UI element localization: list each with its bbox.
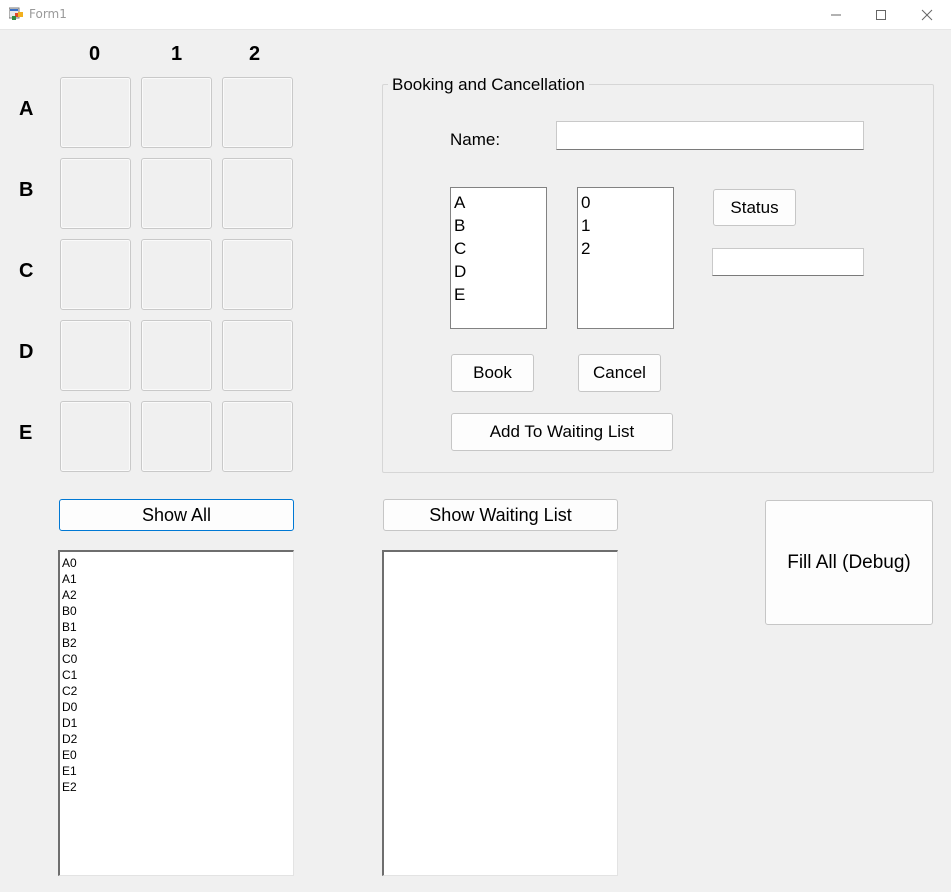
close-icon[interactable]: [904, 0, 950, 29]
seat-option-2[interactable]: 2: [578, 237, 673, 260]
row-option-c[interactable]: C: [451, 237, 546, 260]
list-item[interactable]: B1: [60, 619, 293, 635]
row-option-b[interactable]: B: [451, 214, 546, 237]
list-item[interactable]: D0: [60, 699, 293, 715]
list-item[interactable]: C2: [60, 683, 293, 699]
column-label-1: 1: [171, 43, 183, 65]
row-label-b: B: [19, 179, 34, 201]
seat-button-c1[interactable]: [141, 239, 212, 310]
seat-button-c0[interactable]: [60, 239, 131, 310]
list-item[interactable]: D2: [60, 731, 293, 747]
seat-listbox[interactable]: 0 1 2: [577, 187, 674, 329]
show-all-button[interactable]: Show All: [59, 499, 294, 531]
list-item[interactable]: E0: [60, 747, 293, 763]
row-label-e: E: [19, 422, 33, 444]
all-seats-listbox[interactable]: A0 A1 A2 B0 B1 B2 C0 C1 C2 D0 D1 D2 E0 E…: [58, 550, 294, 876]
maximize-icon[interactable]: [858, 0, 904, 29]
seat-button-d0[interactable]: [60, 320, 131, 391]
seat-button-e1[interactable]: [141, 401, 212, 472]
name-field[interactable]: [556, 121, 864, 150]
seat-button-b2[interactable]: [222, 158, 293, 229]
add-to-waiting-list-button[interactable]: Add To Waiting List: [451, 413, 673, 451]
fill-all-debug-button[interactable]: Fill All (Debug): [765, 500, 933, 625]
booking-group-title: Booking and Cancellation: [388, 75, 589, 95]
seat-button-c2[interactable]: [222, 239, 293, 310]
minimize-icon[interactable]: [813, 0, 859, 29]
status-field[interactable]: [712, 248, 864, 276]
app-icon: [9, 7, 23, 20]
row-label-a: A: [19, 98, 34, 120]
column-label-2: 2: [249, 43, 261, 65]
list-item[interactable]: D1: [60, 715, 293, 731]
list-item[interactable]: E1: [60, 763, 293, 779]
seat-button-a1[interactable]: [141, 77, 212, 148]
row-label-c: C: [19, 260, 34, 282]
seat-button-a0[interactable]: [60, 77, 131, 148]
seat-button-b0[interactable]: [60, 158, 131, 229]
cancel-button[interactable]: Cancel: [578, 354, 661, 392]
seat-button-d1[interactable]: [141, 320, 212, 391]
list-item[interactable]: A1: [60, 571, 293, 587]
list-item[interactable]: B0: [60, 603, 293, 619]
window-title: Form1: [29, 7, 67, 21]
name-label: Name:: [450, 130, 501, 149]
title-bar[interactable]: Form1: [0, 0, 951, 30]
list-item[interactable]: C0: [60, 651, 293, 667]
seat-button-e2[interactable]: [222, 401, 293, 472]
list-item[interactable]: A2: [60, 587, 293, 603]
row-option-a[interactable]: A: [451, 191, 546, 214]
status-button[interactable]: Status: [713, 189, 796, 226]
row-option-e[interactable]: E: [451, 283, 546, 306]
seat-button-d2[interactable]: [222, 320, 293, 391]
seat-option-0[interactable]: 0: [578, 191, 673, 214]
row-label-d: D: [19, 341, 34, 363]
list-item[interactable]: E2: [60, 779, 293, 795]
book-button[interactable]: Book: [451, 354, 534, 392]
waiting-listbox[interactable]: [382, 550, 618, 876]
row-option-d[interactable]: D: [451, 260, 546, 283]
list-item[interactable]: C1: [60, 667, 293, 683]
seat-button-e0[interactable]: [60, 401, 131, 472]
row-listbox[interactable]: A B C D E: [450, 187, 547, 329]
seat-button-b1[interactable]: [141, 158, 212, 229]
list-item[interactable]: B2: [60, 635, 293, 651]
seat-option-1[interactable]: 1: [578, 214, 673, 237]
show-waiting-list-button[interactable]: Show Waiting List: [383, 499, 618, 531]
column-label-0: 0: [89, 43, 101, 65]
list-item[interactable]: A0: [60, 555, 293, 571]
seat-button-a2[interactable]: [222, 77, 293, 148]
